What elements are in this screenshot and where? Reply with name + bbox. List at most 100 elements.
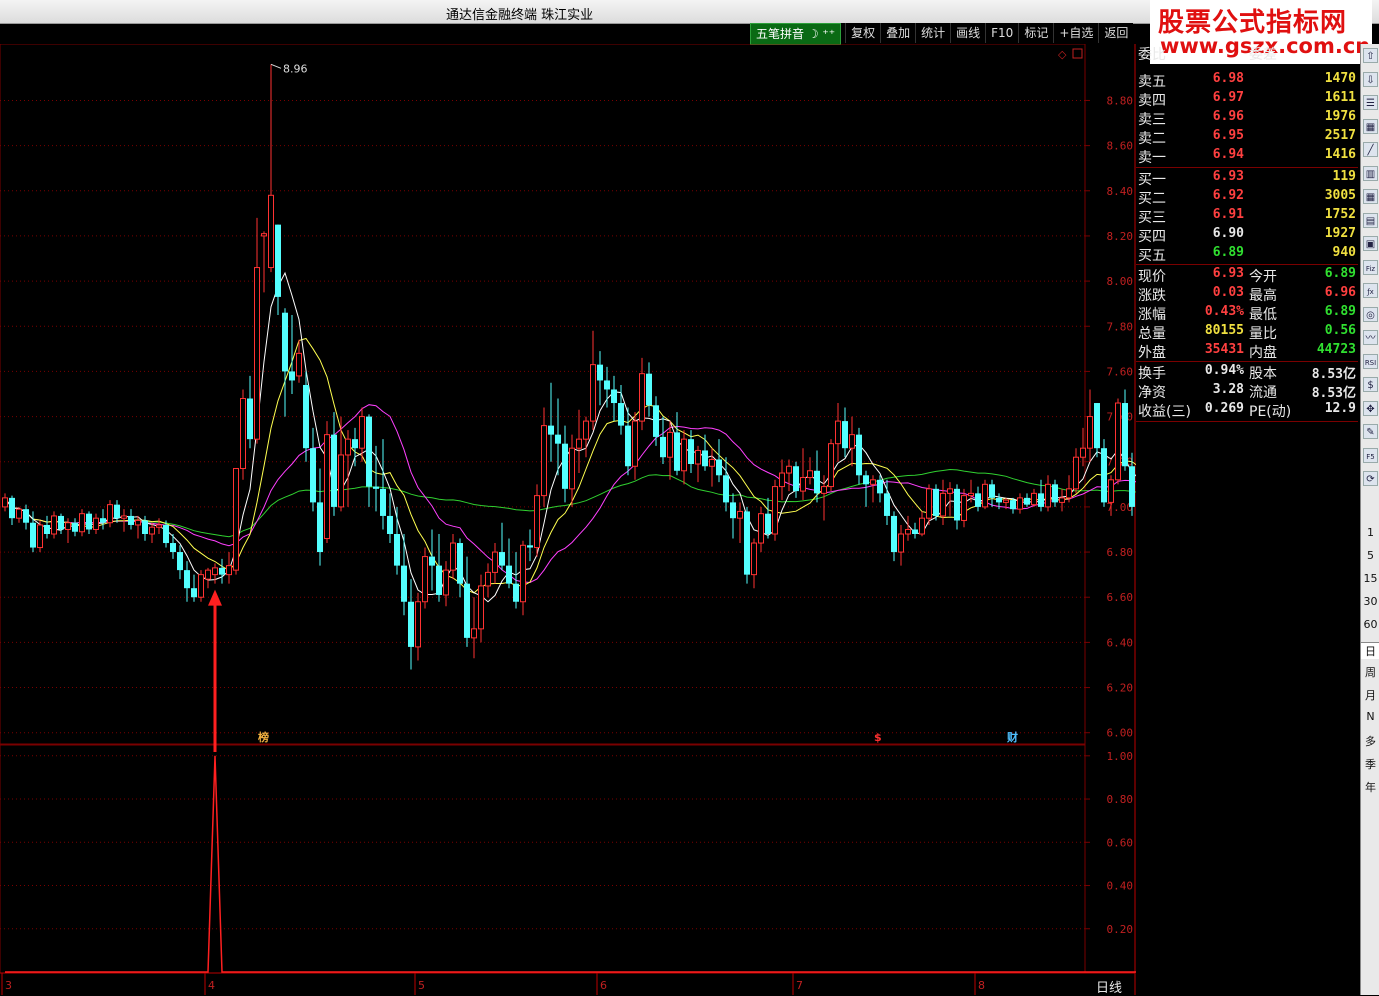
quote-cell: 1470 (1324, 71, 1356, 86)
tool-icon[interactable]: F5 (1363, 447, 1378, 463)
tool-icon[interactable]: ▤ (1363, 212, 1378, 228)
candle (695, 445, 701, 483)
bid-row[interactable]: 买一 6.93 119 (1136, 169, 1358, 188)
tool-icon[interactable]: $ (1363, 377, 1378, 392)
tool-icon[interactable]: ▦ (1363, 118, 1378, 134)
tool-icon[interactable]: ▥ (1363, 165, 1378, 181)
tool-icon[interactable]: ▣ (1363, 236, 1378, 251)
event-marker[interactable]: $ (874, 731, 882, 744)
ask-row[interactable]: 卖一 6.94 1416 (1136, 147, 1358, 166)
bid-row[interactable]: 买三 6.91 1752 (1136, 207, 1358, 226)
event-marker[interactable]: 财 (1006, 730, 1018, 744)
candle (639, 357, 645, 431)
period-label-text: 多 (1365, 735, 1376, 748)
candle (485, 563, 491, 598)
toolbar-button-5[interactable]: F10 (985, 23, 1018, 43)
period-button[interactable]: 30 (1361, 595, 1379, 608)
candle-body (758, 513, 764, 544)
period-button[interactable]: 60 (1361, 618, 1379, 631)
ask-row[interactable]: 卖五 6.98 1470 (1136, 71, 1358, 90)
period-button[interactable]: 1 (1361, 526, 1379, 539)
toolbar-button-6[interactable]: 标记 (1018, 23, 1053, 43)
toolbar-button-7[interactable]: +自选 (1053, 23, 1098, 43)
toolbar-button-1[interactable]: 复权 (845, 23, 880, 43)
diamond-icon[interactable]: ◇ (1058, 48, 1067, 61)
tool-icon[interactable]: RSI (1363, 353, 1378, 369)
tool-icon[interactable]: ⇩ (1363, 71, 1378, 87)
tool-icon[interactable]: ╱ (1363, 142, 1378, 157)
period-button[interactable]: 多 (1361, 733, 1379, 749)
candle-body (541, 425, 547, 497)
candle (828, 439, 834, 492)
period-label-text: 5 (1367, 549, 1374, 562)
candle-body (597, 364, 603, 381)
candle-body (786, 465, 792, 474)
candle-body (51, 515, 57, 535)
period-button[interactable]: 年 (1361, 779, 1379, 795)
candle (366, 414, 372, 507)
candle-body (331, 434, 337, 507)
period-button[interactable]: 15 (1361, 572, 1379, 585)
ask-row[interactable]: 卖四 6.97 1611 (1136, 90, 1358, 109)
tool-icon[interactable]: ⟳ (1363, 471, 1378, 486)
quote-separator (1136, 421, 1358, 422)
bid-row[interactable]: 买二 6.92 3005 (1136, 188, 1358, 207)
period-button[interactable]: N (1361, 710, 1379, 723)
period-button[interactable]: 周 (1361, 664, 1379, 680)
candle (394, 506, 400, 575)
candle (681, 430, 687, 485)
period-button[interactable]: 月 (1361, 687, 1379, 703)
candle (912, 522, 918, 539)
candle (569, 434, 575, 507)
ask-row[interactable]: 卖三 6.96 1976 (1136, 109, 1358, 128)
candle (44, 515, 50, 539)
period-button[interactable]: 日 (1361, 642, 1379, 659)
candle-body (576, 438, 582, 449)
tool-icon[interactable]: ◎ (1363, 306, 1378, 322)
toolbar-button-2[interactable]: 叠加 (880, 23, 915, 43)
toolbar-button-4[interactable]: 画线 (950, 23, 985, 43)
tool-icon[interactable]: ƒx (1363, 283, 1378, 298)
tool-icon[interactable]: Fiz (1363, 259, 1378, 275)
tool-icon[interactable]: ☰ (1363, 95, 1378, 110)
candle-body (149, 526, 155, 535)
quote-cell: 涨跌 (1138, 288, 1166, 304)
period-button[interactable]: 季 (1361, 756, 1379, 772)
period-label-text: 年 (1365, 781, 1376, 794)
tool-icon[interactable]: ▦ (1363, 189, 1378, 204)
candle-body (156, 524, 162, 528)
toolbar-button-8[interactable]: 返回 (1098, 23, 1133, 43)
event-marker[interactable]: 榜 (258, 730, 269, 744)
toolbar-label: 复权 (851, 26, 876, 40)
candle (744, 506, 750, 584)
candle (219, 558, 225, 584)
period-button[interactable]: 5 (1361, 549, 1379, 562)
quote-cell: 6.93 (1212, 266, 1244, 281)
period-label-text: 30 (1363, 595, 1378, 608)
candle (275, 224, 281, 315)
candle (506, 538, 512, 589)
tool-icon[interactable]: ⇧ (1363, 48, 1378, 63)
bid-row[interactable]: 买五 6.89 940 (1136, 245, 1358, 264)
ask-row[interactable]: 卖二 6.95 2517 (1136, 128, 1358, 147)
toolbar-button-0[interactable]: 五笔拼音 ☽ ⁺⁺ (750, 23, 842, 45)
candle (660, 416, 666, 464)
toolbar-label: 叠加 (886, 26, 911, 40)
toolbar-button-3[interactable]: 统计 (915, 23, 950, 43)
quote-cell: 6.96 (1212, 109, 1244, 124)
candle (100, 509, 106, 530)
kline-chart[interactable]: 8.808.608.408.208.007.807.607.407.207.00… (0, 44, 1136, 995)
quote-cell: 买三 (1138, 210, 1166, 226)
candle (1052, 479, 1058, 507)
quote-row-partial: 委比 委差 (1136, 44, 1358, 63)
tool-icon[interactable]: 〰 (1363, 330, 1378, 345)
candle-body (163, 524, 169, 544)
candle-body (877, 479, 883, 494)
bid-row[interactable]: 买四 6.90 1927 (1136, 226, 1358, 245)
window-restore-icon[interactable] (1072, 48, 1083, 59)
tool-icon[interactable]: ✥ (1363, 400, 1378, 416)
candle-body (695, 449, 701, 465)
sub-tick-label: 0.20 (1107, 923, 1134, 936)
candle-body (1087, 416, 1093, 449)
tool-icon[interactable]: ✎ (1363, 424, 1378, 439)
